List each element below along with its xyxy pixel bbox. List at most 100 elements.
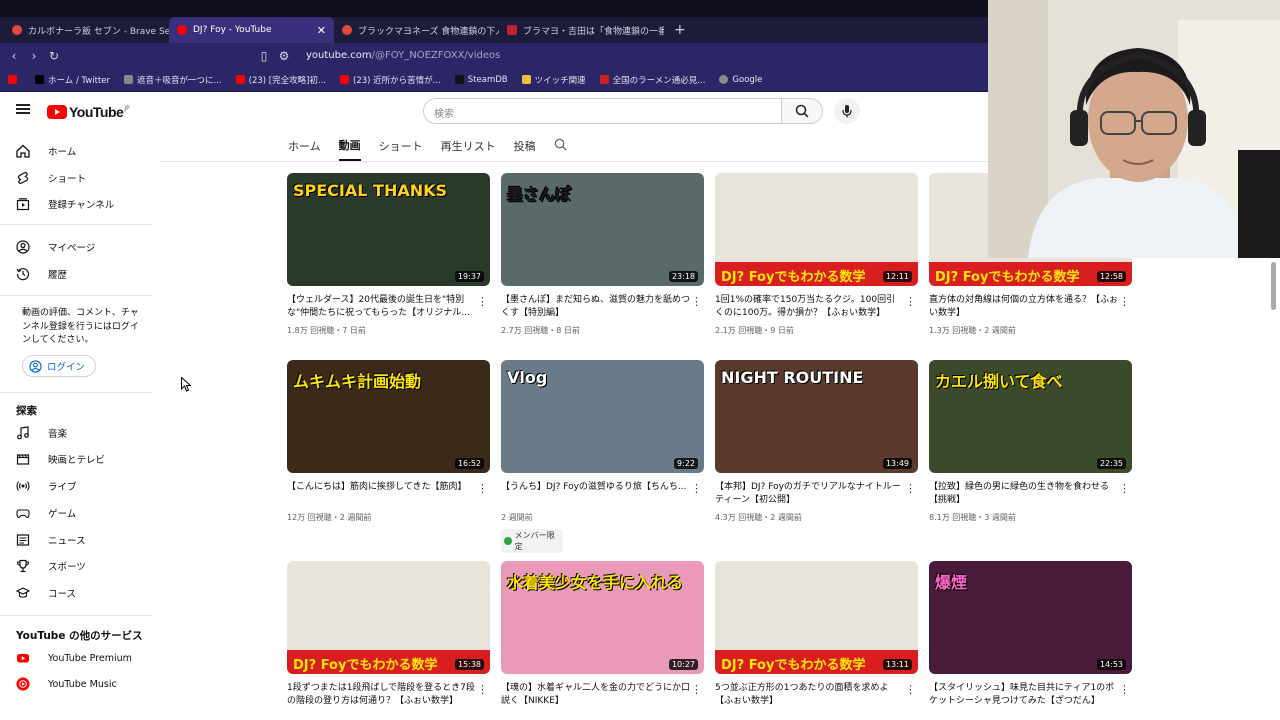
bookmark-item[interactable]: (23) [完全攻略]初... — [235, 74, 326, 86]
video-thumbnail[interactable]: ムキムキ計画始動 16:52 — [287, 360, 490, 473]
youtube-logo[interactable]: YouTube JP — [47, 104, 130, 120]
sidebar-item-youtube-premium[interactable]: YouTube Premium — [16, 651, 132, 665]
back-icon[interactable]: ‹ — [4, 49, 24, 63]
video-card[interactable]: ムキムキ計画始動 16:52 【こんにちは】筋肉に挨拶してきた【筋肉】 ⋮ 12万 回視… — [287, 360, 490, 523]
sidebar-item-youtube-music[interactable]: YouTube Music — [16, 677, 117, 691]
bookmark-item[interactable]: (23) 近所から苦情が... — [340, 74, 441, 86]
sidebar-item-gaming[interactable]: ゲーム — [16, 506, 76, 520]
video-title[interactable]: 1回1%の確率で150万当たるクジ。100回引くのに100万。得か損か？【ふぉい… — [715, 294, 918, 320]
video-thumbnail[interactable]: DJ? Foyでもわかる数学 13:11 — [715, 561, 918, 674]
video-thumbnail[interactable]: NIGHT ROUTINE 13:49 — [715, 360, 918, 473]
search-button[interactable] — [781, 98, 823, 124]
bookmark-item[interactable]: ホーム / Twitter — [35, 74, 110, 86]
sidebar-item-home[interactable]: ホーム — [16, 144, 76, 158]
menu-icon[interactable] — [16, 104, 30, 114]
tab-playlists[interactable]: 再生リスト — [441, 138, 496, 160]
more-options-icon[interactable]: ⋮ — [691, 482, 702, 495]
sidebar-item-shorts[interactable]: ショート — [16, 171, 86, 185]
new-tab-icon[interactable]: + — [664, 22, 696, 38]
more-options-icon[interactable]: ⋮ — [691, 295, 702, 308]
sidebar-item-courses[interactable]: コース — [16, 586, 76, 600]
more-options-icon[interactable]: ⋮ — [477, 295, 488, 308]
video-thumbnail[interactable]: SPECIAL THANKS 19:37 — [287, 173, 490, 286]
bookmark-item[interactable]: SteamDB — [454, 75, 508, 85]
more-options-icon[interactable]: ⋮ — [905, 482, 916, 495]
sidebar-item-sports[interactable]: スポーツ — [16, 559, 86, 573]
video-thumbnail[interactable]: 水着美少女を手に入れる 10:27 — [501, 561, 704, 674]
sidebar-item-history[interactable]: 履歴 — [16, 267, 67, 281]
video-card[interactable]: NIGHT ROUTINE 13:49 【本邦】DJ? Foyのガチでリアルなナイト… — [715, 360, 918, 523]
bookmark-item[interactable]: 全国のラーメン通必見... — [599, 74, 705, 86]
forward-icon[interactable]: › — [24, 49, 44, 63]
video-card[interactable]: SPECIAL THANKS 19:37 【ウェルダース】20代最後の誕生日を"特別… — [287, 173, 490, 336]
sidebar-item-my-page[interactable]: マイページ — [16, 240, 95, 254]
thumbnail-caption: 墨さんぽ — [507, 185, 572, 204]
tab-posts[interactable]: 投稿 — [514, 138, 536, 160]
tab-home[interactable]: ホーム — [288, 138, 321, 160]
video-title[interactable]: 【スタイリッシュ】味見た目共にティア1のポケットシーシャ見つけてみた【ざつだん】 — [929, 682, 1132, 708]
video-card[interactable]: DJ? Foyでもわかる数学 15:38 1段ずつまたは1段飛ばしで階段を登るとき7… — [287, 561, 490, 708]
voice-search-button[interactable] — [834, 98, 860, 124]
video-thumbnail[interactable]: カエル捌いて食べ 22:35 — [929, 360, 1132, 473]
video-card[interactable]: 墨さんぽ 23:18 【墨さんぽ】まだ知らぬ、滋賀の魅力を舐めつくす【特別編】 ⋮ 2.… — [501, 173, 704, 336]
video-card[interactable]: DJ? Foyでもわかる数学 13:11 5つ並ぶ正方形の1つあたりの面積を求めよ【… — [715, 561, 918, 708]
tab-0[interactable]: カルボナーラ飯 セブン - Brave Search — [4, 17, 169, 43]
video-card[interactable]: 水着美少女を手に入れる 10:27 【魂の】水着ギャル二人を金の力でどうにか口説く【… — [501, 561, 704, 708]
sidebar-item-label: 履歴 — [48, 270, 68, 281]
bookmark-item[interactable]: ツイッチ関連 — [521, 74, 586, 86]
tab-1[interactable]: DJ? Foy - YouTube ✕ — [169, 17, 334, 43]
video-thumbnail[interactable]: Vlog 9:22 — [501, 360, 704, 473]
more-options-icon[interactable]: ⋮ — [691, 683, 702, 696]
bookmark-item[interactable]: Google — [719, 75, 762, 85]
more-options-icon[interactable]: ⋮ — [905, 295, 916, 308]
sidebar-item-movies[interactable]: 映画とテレビ — [16, 452, 105, 466]
tab-3[interactable]: ブラマヨ・吉田は「食物連鎖の一番下の人 — [499, 17, 664, 43]
logo-text: YouTube — [69, 104, 124, 120]
video-title[interactable]: 【本邦】DJ? Foyのガチでリアルなナイトルーティーン【初公開】 — [715, 481, 918, 507]
channel-search-icon[interactable] — [554, 138, 567, 160]
search-input[interactable]: 検索 — [423, 98, 782, 124]
video-title[interactable]: 直方体の対角線は何個の立方体を通る？【ふぉい数学】 — [929, 294, 1132, 320]
reload-icon[interactable]: ↻ — [44, 49, 64, 63]
tab-videos[interactable]: 動画 — [338, 137, 361, 161]
video-thumbnail[interactable]: DJ? Foyでもわかる数学 12:11 — [715, 173, 918, 286]
video-thumbnail[interactable]: DJ? Foyでもわかる数学 15:38 — [287, 561, 490, 674]
close-tab-icon[interactable]: ✕ — [317, 24, 326, 37]
video-thumbnail[interactable]: 墨さんぽ 23:18 — [501, 173, 704, 286]
video-card[interactable]: カエル捌いて食べ 22:35 【拉致】緑色の男に緑色の生き物を食わせる【挑戦】 ⋮ 8.… — [929, 360, 1132, 523]
video-title[interactable]: 【うんち】DJ? Foyの滋賀ゆるり旅【ちんち... — [501, 481, 704, 507]
scrollbar-thumb[interactable] — [1271, 262, 1276, 310]
video-card[interactable]: Vlog 9:22 【うんち】DJ? Foyの滋賀ゆるり旅【ちんち... ⋮ 2 週間前… — [501, 360, 704, 553]
site-settings-icon[interactable]: ⚙ — [274, 49, 294, 63]
bookmark-icon[interactable]: ▯ — [254, 49, 274, 63]
video-title[interactable]: 【魂の】水着ギャル二人を金の力でどうにか口説く【NIKKE】 — [501, 682, 704, 708]
more-options-icon[interactable]: ⋮ — [477, 482, 488, 495]
video-title[interactable]: 【こんにちは】筋肉に挨拶してきた【筋肉】 — [287, 481, 490, 507]
sidebar-item-label: YouTube Music — [48, 678, 117, 690]
video-title[interactable]: 1段ずつまたは1段飛ばしで階段を登るとき7段の階段の登り方は何通り？【ふぉい数学… — [287, 682, 490, 708]
home-icon — [16, 144, 30, 158]
video-card[interactable]: DJ? Foyでもわかる数学 12:11 1回1%の確率で150万当たるクジ。100… — [715, 173, 918, 336]
tab-shorts[interactable]: ショート — [379, 138, 423, 160]
video-title[interactable]: 【ウェルダース】20代最後の誕生日を"特別な"仲間たちに祝ってもらった【オリジナ… — [287, 294, 490, 320]
sidebar-item-music[interactable]: 音楽 — [16, 426, 67, 440]
tab-2[interactable]: ブラックマヨネーズ 食物連鎖の下人 - B — [334, 17, 499, 43]
sidebar-item-news[interactable]: ニュース — [16, 533, 86, 547]
video-title[interactable]: 5つ並ぶ正方形の1つあたりの面積を求めよ【ふぉい数学】 — [715, 682, 918, 708]
more-options-icon[interactable]: ⋮ — [1119, 295, 1130, 308]
video-title[interactable]: 【拉致】緑色の男に緑色の生き物を食わせる【挑戦】 — [929, 481, 1132, 507]
bookmark-item[interactable] — [8, 75, 21, 84]
shorts-icon — [16, 171, 30, 185]
more-options-icon[interactable]: ⋮ — [905, 683, 916, 696]
video-thumbnail[interactable]: 爆煙 14:53 — [929, 561, 1132, 674]
more-options-icon[interactable]: ⋮ — [1119, 482, 1130, 495]
sidebar-item-subscriptions[interactable]: 登録チャンネル — [16, 197, 114, 211]
sidebar-item-live[interactable]: ライブ — [16, 479, 77, 493]
more-options-icon[interactable]: ⋮ — [1119, 683, 1130, 696]
more-options-icon[interactable]: ⋮ — [477, 683, 488, 696]
url-field[interactable]: youtube.com/@FOY_NOEZFOXX/videos — [306, 50, 500, 61]
bookmark-item[interactable]: 遮音＋吸音が一つに... — [124, 74, 222, 86]
video-title[interactable]: 【墨さんぽ】まだ知らぬ、滋賀の魅力を舐めつくす【特別編】 — [501, 294, 704, 320]
video-card[interactable]: 爆煙 14:53 【スタイリッシュ】味見た目共にティア1のポケットシーシャ見つけてみ… — [929, 561, 1132, 708]
login-button[interactable]: ログイン — [22, 355, 97, 377]
